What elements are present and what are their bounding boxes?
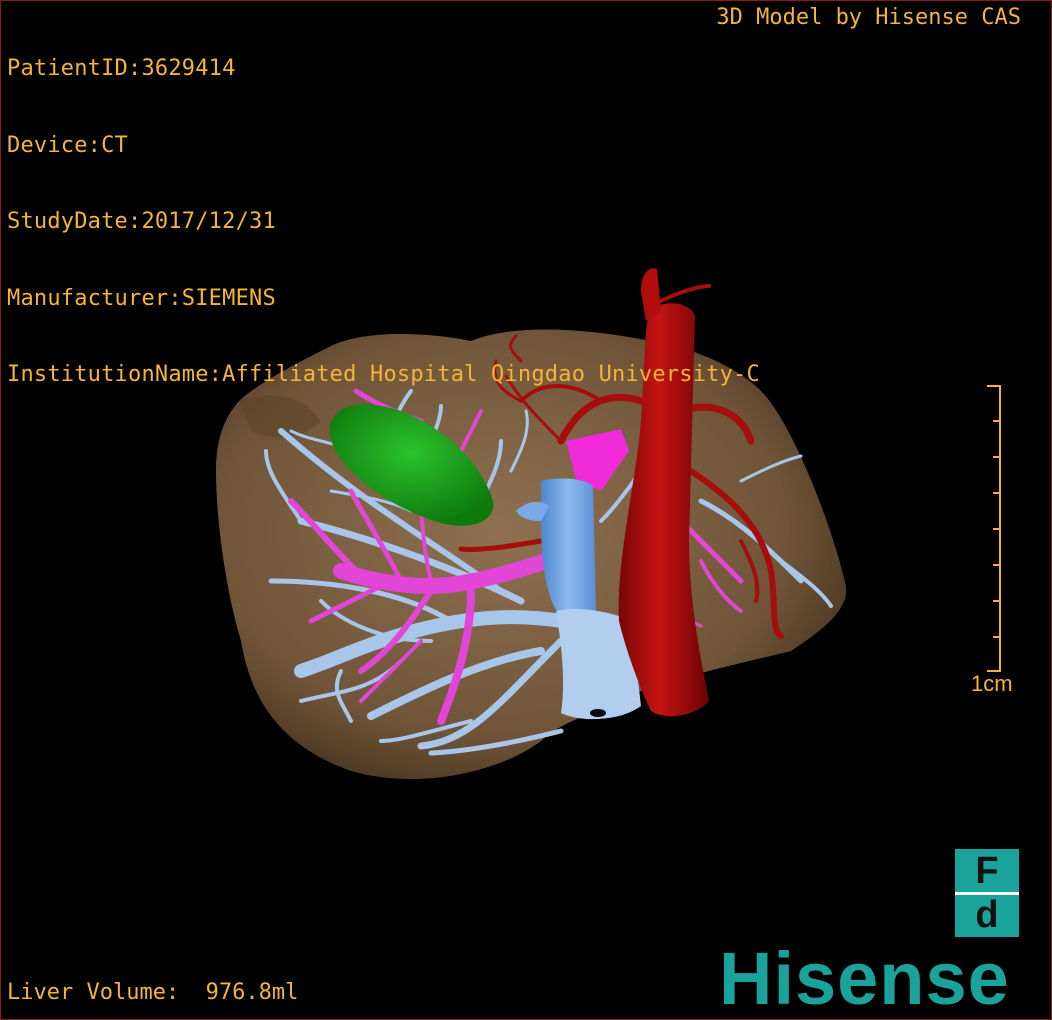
ivc-opening (590, 709, 606, 717)
logo-letter-f: F (975, 850, 999, 892)
manufacturer-label: Manufacturer:SIEMENS (7, 285, 276, 311)
patient-id-label: PatientID:3629414 (7, 56, 236, 81)
liver-volume-label: Liver Volume: 976.8ml (7, 980, 299, 1005)
model-credit-label: 3D Model by Hisense CAS (716, 5, 1021, 30)
dicom-info-overlay: PatientID:3629414 Device:CT StudyDate:20… (7, 5, 760, 439)
scale-bar-label: 1cm (971, 671, 1013, 696)
fd-logo-icon: F d (955, 849, 1019, 937)
device-label: Device:CT (7, 132, 129, 158)
hisense-brand-logo: Hisense (719, 937, 1010, 1020)
institution-label: InstitutionName:Affiliated Hospital Qing… (7, 362, 760, 387)
3d-viewport[interactable]: PatientID:3629414 Device:CT StudyDate:20… (0, 0, 1052, 1020)
scale-bar (987, 385, 1001, 672)
study-date-label: StudyDate:2017/12/31 (7, 209, 276, 234)
logo-letter-d: d (975, 894, 999, 936)
